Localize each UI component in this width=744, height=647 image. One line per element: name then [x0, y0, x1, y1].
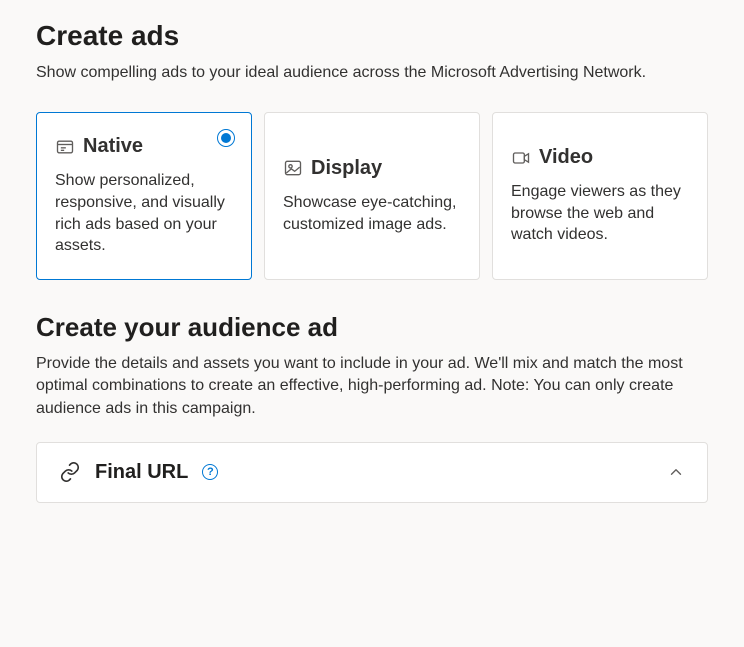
final-url-label: Final URL — [95, 461, 188, 484]
ad-type-desc: Show personalized, responsive, and visua… — [55, 170, 233, 256]
final-url-panel-header[interactable]: Final URL ? — [59, 461, 685, 484]
native-icon — [55, 137, 75, 157]
ad-type-native-card[interactable]: Native Show personalized, responsive, an… — [36, 112, 252, 279]
page-intro: Show compelling ads to your ideal audien… — [36, 62, 708, 84]
ad-type-title: Display — [311, 157, 382, 180]
final-url-panel: Final URL ? — [36, 442, 708, 503]
ad-type-display-card[interactable]: Display Showcase eye-catching, customize… — [264, 112, 480, 279]
audience-section-title: Create your audience ad — [36, 312, 708, 343]
ad-type-desc: Showcase eye-catching, customized image … — [283, 192, 461, 235]
ad-type-title: Video — [539, 146, 593, 169]
help-icon[interactable]: ? — [202, 464, 218, 480]
link-icon — [59, 461, 81, 483]
ad-type-title: Native — [83, 135, 143, 158]
ad-type-selector: Native Show personalized, responsive, an… — [36, 112, 708, 279]
ad-type-video-card[interactable]: Video Engage viewers as they browse the … — [492, 112, 708, 279]
display-icon — [283, 158, 303, 178]
page-title: Create ads — [36, 20, 708, 52]
chevron-up-icon — [667, 463, 685, 481]
audience-section-desc: Provide the details and assets you want … — [36, 353, 708, 420]
video-icon — [511, 148, 531, 168]
ad-type-desc: Engage viewers as they browse the web an… — [511, 181, 689, 246]
